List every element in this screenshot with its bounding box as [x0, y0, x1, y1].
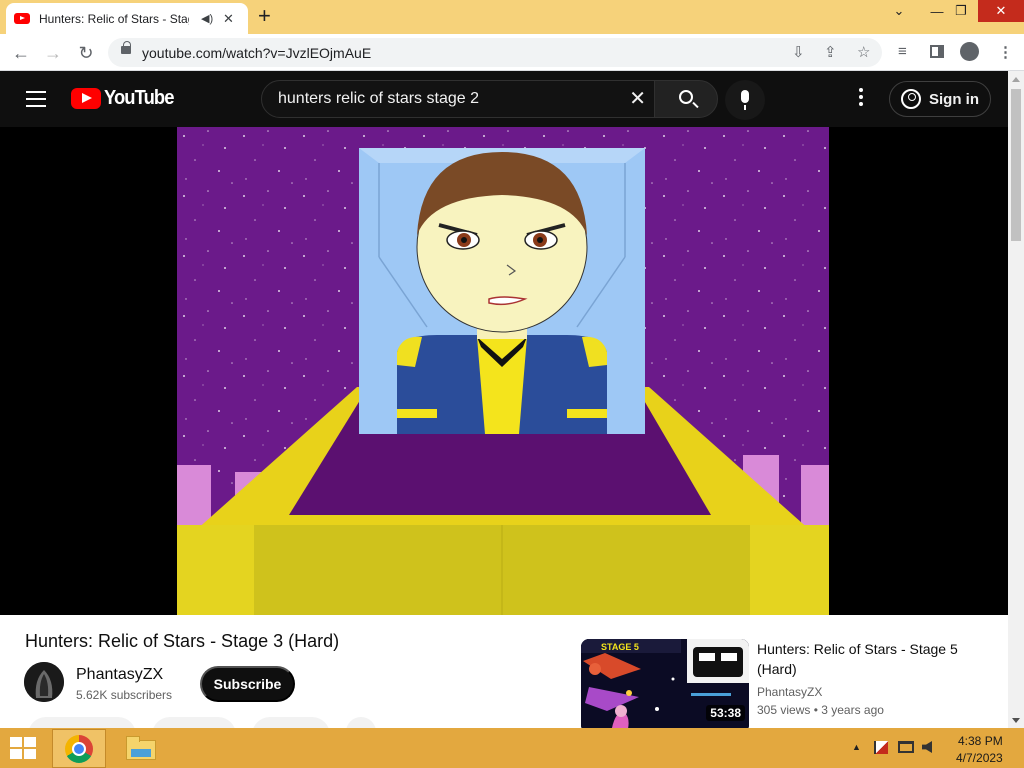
- tab-close-icon[interactable]: ✕: [223, 11, 234, 27]
- windows-start-icon[interactable]: [10, 737, 38, 759]
- clock-date[interactable]: 4/7/2023: [956, 751, 1003, 765]
- reload-icon[interactable]: ↻: [73, 40, 99, 66]
- more-actions-pill[interactable]: [346, 717, 376, 728]
- video-player[interactable]: [0, 127, 1008, 615]
- account-icon: [901, 89, 921, 109]
- browser-tab-bar: Hunters: Relic of Stars - Stage 3 (Hard)…: [0, 0, 1024, 34]
- back-icon[interactable]: ←: [8, 40, 34, 66]
- clock-time[interactable]: 4:38 PM: [958, 734, 1003, 748]
- new-tab-button[interactable]: +: [258, 5, 271, 27]
- subscriber-count: 5.62K subscribers: [76, 688, 173, 702]
- more-options-icon[interactable]: [853, 88, 869, 108]
- scroll-up-icon[interactable]: [1012, 77, 1020, 82]
- speaker-icon[interactable]: ◀): [201, 12, 213, 25]
- search-button[interactable]: [654, 80, 718, 118]
- share-icon[interactable]: ⇪: [824, 43, 837, 61]
- share-pill[interactable]: [152, 717, 236, 728]
- url-text[interactable]: youtube.com/watch?v=JvzlEOjmAuE: [142, 45, 371, 61]
- forward-icon[interactable]: →: [40, 40, 66, 66]
- clear-search-icon[interactable]: ✕: [629, 89, 646, 109]
- windows-taskbar: ▲ 4:38 PM 4/7/2023: [0, 728, 1024, 768]
- browser-menu-icon[interactable]: ⋮: [998, 43, 1013, 61]
- subscribe-button[interactable]: Subscribe: [200, 666, 295, 702]
- recommended-thumbnail[interactable]: STAGE 5 53:38: [581, 639, 749, 728]
- youtube-header: YouTube ✕ Sign in: [0, 71, 1008, 127]
- network-icon[interactable]: [898, 741, 914, 753]
- youtube-wordmark: YouTube: [104, 87, 174, 109]
- recommended-meta: 305 views • 3 years ago: [757, 703, 884, 717]
- volume-muted-icon[interactable]: [922, 741, 932, 753]
- sign-in-button[interactable]: Sign in: [889, 81, 991, 117]
- install-icon[interactable]: ⇩: [792, 43, 805, 61]
- menu-icon[interactable]: [26, 91, 46, 107]
- video-info-section: Hunters: Relic of Stars - Stage 3 (Hard)…: [0, 615, 1008, 728]
- address-bar[interactable]: youtube.com/watch?v=JvzlEOjmAuE ⇩ ⇪ ☆: [108, 38, 882, 67]
- channel-avatar[interactable]: [24, 662, 64, 702]
- channel-name[interactable]: PhantasyZX: [76, 666, 163, 684]
- scroll-thumb[interactable]: [1011, 89, 1021, 241]
- video-title: Hunters: Relic of Stars - Stage 3 (Hard): [25, 631, 340, 651]
- youtube-play-icon: [71, 88, 101, 109]
- microphone-icon: [741, 90, 749, 110]
- download-pill[interactable]: [252, 717, 330, 728]
- video-frame: [177, 127, 829, 615]
- bookmark-star-icon[interactable]: ☆: [857, 43, 870, 61]
- taskbar-file-explorer-button[interactable]: [126, 736, 156, 760]
- search-input[interactable]: [278, 89, 618, 109]
- browser-toolbar: ← → ↻ youtube.com/watch?v=JvzlEOjmAuE ⇩ …: [0, 34, 1024, 71]
- youtube-logo[interactable]: YouTube: [71, 87, 180, 110]
- chrome-icon: [65, 735, 93, 763]
- recommended-channel[interactable]: PhantasyZX: [757, 685, 822, 699]
- profile-icon[interactable]: [960, 42, 979, 61]
- video-duration: 53:38: [706, 705, 745, 721]
- like-dislike-pill[interactable]: [28, 717, 136, 728]
- thumb-stage-text: STAGE 5: [601, 642, 639, 652]
- lock-icon: [121, 41, 131, 54]
- tray-overflow-icon[interactable]: ▲: [852, 742, 861, 752]
- tab-title: Hunters: Relic of Stars - Stage 3 (Hard)…: [39, 11, 189, 26]
- file-explorer-icon: [126, 736, 156, 760]
- restore-button[interactable]: ❐: [944, 0, 978, 22]
- avatar-art-icon: [24, 662, 64, 702]
- youtube-favicon-icon: [14, 13, 30, 24]
- action-center-flag-icon[interactable]: [874, 741, 888, 754]
- search-icon: [679, 90, 693, 104]
- side-panel-icon[interactable]: [930, 45, 944, 58]
- recommended-title[interactable]: Hunters: Relic of Stars - Stage 5 (Hard): [757, 639, 972, 679]
- sign-in-label: Sign in: [929, 90, 979, 108]
- page-scrollbar[interactable]: [1008, 71, 1024, 728]
- media-control-icon[interactable]: ≡: [898, 43, 907, 60]
- browser-tab[interactable]: Hunters: Relic of Stars - Stage 3 (Hard)…: [6, 3, 248, 34]
- scroll-down-icon[interactable]: [1012, 718, 1020, 723]
- search-box[interactable]: ✕: [261, 80, 655, 118]
- close-window-button[interactable]: ✕: [978, 0, 1024, 22]
- tab-search-icon[interactable]: ⌄: [882, 0, 916, 22]
- voice-search-button[interactable]: [725, 80, 765, 120]
- taskbar-chrome-button[interactable]: [52, 729, 106, 768]
